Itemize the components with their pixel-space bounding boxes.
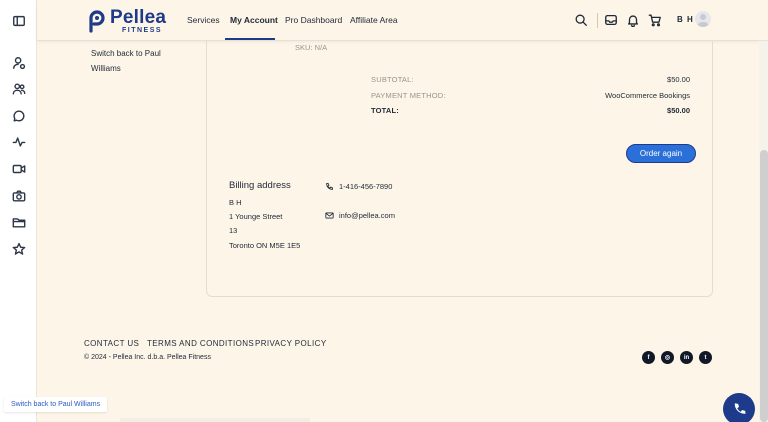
payment-method-value: WooCommerce Bookings	[605, 91, 690, 100]
camera-icon[interactable]	[10, 187, 27, 204]
switch-back-pill[interactable]: Switch back to Paul Williams	[4, 397, 108, 412]
panel-toggle-icon[interactable]	[10, 12, 27, 29]
billing-name: B H	[229, 198, 242, 207]
facebook-glyph: f	[647, 354, 650, 361]
bottom-bar	[120, 418, 310, 422]
phone-icon	[326, 182, 334, 190]
nav-active-indicator	[225, 38, 275, 40]
subtotal-value: $50.00	[667, 75, 690, 84]
switch-back-link-line1[interactable]: Switch back to Paul	[91, 48, 161, 59]
mail-icon	[325, 212, 334, 219]
video-icon[interactable]	[10, 160, 27, 177]
instagram-glyph: ◎	[664, 354, 671, 361]
scrollbar-thumb[interactable]	[760, 150, 768, 422]
billing-phone-text: 1-416-456-7890	[339, 182, 393, 191]
copyright-text: © 2024 - Pellea Inc. d.b.a. Pellea Fitne…	[84, 354, 211, 361]
pellea-logo-icon	[89, 10, 105, 33]
instagram-icon[interactable]: ◎	[661, 351, 674, 364]
twitter-glyph: t	[704, 354, 707, 361]
switch-back-pill-label: Switch back to Paul Williams	[11, 401, 101, 408]
footer-contact-link[interactable]: CONTACT US	[84, 339, 139, 348]
facebook-icon[interactable]: f	[642, 351, 655, 364]
linkedin-icon[interactable]: in	[680, 351, 693, 364]
cart-icon[interactable]	[648, 13, 662, 27]
inbox-icon[interactable]	[604, 13, 618, 27]
subtotal-label: SUBTOTAL:	[371, 75, 414, 84]
billing-city: Toronto ON M5E 1E5	[229, 241, 301, 250]
brand-subtitle: FITNESS	[122, 27, 163, 34]
billing-unit: 13	[229, 226, 238, 235]
total-label: TOTAL:	[371, 106, 399, 115]
nav-pro-dashboard[interactable]: Pro Dashboard	[285, 14, 342, 26]
linkedin-glyph: in	[683, 354, 690, 361]
billing-phone: 1-416-456-7890	[325, 182, 392, 191]
chat-icon[interactable]	[10, 107, 27, 124]
billing-address-title: Billing address	[229, 180, 291, 191]
brand-title: Pellea	[110, 7, 167, 28]
avatar[interactable]	[695, 11, 711, 27]
activity-icon[interactable]	[10, 133, 27, 150]
switch-back-link-line2[interactable]: Williams	[91, 63, 121, 74]
user-icon[interactable]	[10, 54, 27, 71]
left-sidebar	[0, 0, 37, 422]
payment-method-label: PAYMENT METHOD:	[371, 91, 446, 100]
top-header: Pellea FITNESS Services My Account Pro D…	[37, 0, 768, 41]
footer-terms-link[interactable]: TERMS AND CONDITIONS	[147, 339, 254, 348]
users-icon[interactable]	[10, 80, 27, 97]
folder-icon[interactable]	[10, 213, 27, 230]
user-initials[interactable]: B H	[677, 15, 694, 24]
billing-email-text: info@pellea.com	[339, 211, 395, 220]
product-sku: SKU: N/A	[295, 43, 328, 52]
call-button[interactable]	[723, 393, 755, 422]
avatar-placeholder-icon	[697, 14, 709, 27]
order-details-card	[206, 41, 713, 297]
header-divider	[597, 13, 598, 28]
order-again-button[interactable]: Order again	[626, 144, 696, 163]
brand-logo[interactable]: Pellea FITNESS	[85, 7, 167, 34]
billing-email: info@pellea.com	[325, 211, 395, 220]
footer-privacy-link[interactable]: PRIVACY POLICY	[255, 339, 327, 348]
star-icon[interactable]	[10, 240, 27, 257]
total-value: $50.00	[667, 106, 690, 115]
bell-icon[interactable]	[626, 13, 640, 28]
phone-icon	[734, 402, 746, 414]
twitter-icon[interactable]: t	[699, 351, 712, 364]
nav-affiliate-area[interactable]: Affiliate Area	[350, 14, 398, 26]
nav-services[interactable]: Services	[187, 14, 220, 26]
billing-street: 1 Younge Street	[229, 212, 283, 221]
search-icon[interactable]	[574, 13, 588, 27]
nav-my-account[interactable]: My Account	[230, 14, 278, 26]
